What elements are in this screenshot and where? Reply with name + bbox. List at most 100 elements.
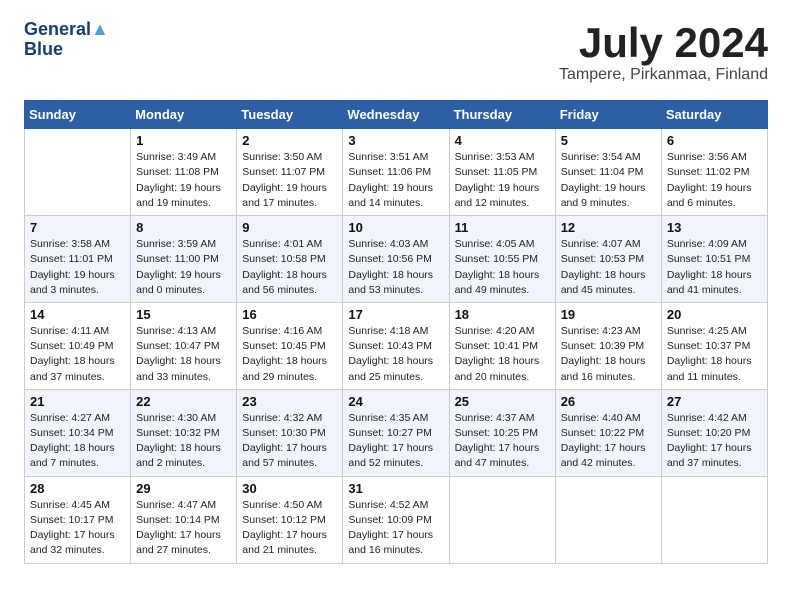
calendar-table: Sunday Monday Tuesday Wednesday Thursday… (24, 100, 768, 563)
calendar-cell: 21 Sunrise: 4:27 AMSunset: 10:34 PMDaylig… (25, 389, 131, 476)
day-number: 29 (136, 481, 231, 496)
calendar-cell: 13Sunrise: 4:09 AMSunset: 10:51 PMDaylig… (661, 216, 767, 303)
day-detail: Sunrise: 4:03 AMSunset: 10:56 PMDaylight… (348, 237, 443, 298)
day-detail: Sunrise: 4:23 AMSunset: 10:39 PMDaylight… (561, 324, 656, 385)
calendar-week-2: 7Sunrise: 3:58 AMSunset: 11:01 PMDayligh… (25, 216, 768, 303)
day-number: 30 (242, 481, 337, 496)
day-detail: Sunrise: 4:25 AMSunset: 10:37 PMDaylight… (667, 324, 762, 385)
day-detail: Sunrise: 4:07 AMSunset: 10:53 PMDaylight… (561, 237, 656, 298)
col-friday: Friday (555, 101, 661, 129)
calendar-cell: 2 Sunrise: 3:50 AMSunset: 11:07 PMDayligh… (237, 129, 343, 216)
calendar-cell: 9 Sunrise: 4:01 AMSunset: 10:58 PMDayligh… (237, 216, 343, 303)
day-number: 14 (30, 307, 125, 322)
calendar-week-1: 1Sunrise: 3:49 AMSunset: 11:08 PMDayligh… (25, 129, 768, 216)
day-detail: Sunrise: 3:50 AMSunset: 11:07 PMDaylight… (242, 150, 337, 211)
calendar-cell: 25 Sunrise: 4:37 AMSunset: 10:25 PMDaylig… (449, 389, 555, 476)
day-detail: Sunrise: 4:13 AMSunset: 10:47 PMDaylight… (136, 324, 231, 385)
day-number: 1 (136, 133, 231, 148)
calendar-cell: 14 Sunrise: 4:11 AMSunset: 10:49 PMDaylig… (25, 302, 131, 389)
calendar-cell: 5 Sunrise: 3:54 AMSunset: 11:04 PMDayligh… (555, 129, 661, 216)
col-tuesday: Tuesday (237, 101, 343, 129)
calendar-cell (25, 129, 131, 216)
day-number: 19 (561, 307, 656, 322)
calendar-cell: 27 Sunrise: 4:42 AMSunset: 10:20 PMDaylig… (661, 389, 767, 476)
logo-text: General▲Blue (24, 20, 109, 60)
calendar-cell: 11Sunrise: 4:05 AMSunset: 10:55 PMDaylig… (449, 216, 555, 303)
day-number: 4 (455, 133, 550, 148)
day-number: 31 (348, 481, 443, 496)
calendar-cell: 28 Sunrise: 4:45 AMSunset: 10:17 PMDaylig… (25, 476, 131, 563)
day-number: 27 (667, 394, 762, 409)
day-detail: Sunrise: 3:59 AMSunset: 11:00 PMDaylight… (136, 237, 231, 298)
calendar-cell: 22Sunrise: 4:30 AMSunset: 10:32 PMDaylig… (131, 389, 237, 476)
day-detail: Sunrise: 4:20 AMSunset: 10:41 PMDaylight… (455, 324, 550, 385)
day-number: 7 (30, 220, 125, 235)
day-detail: Sunrise: 4:18 AMSunset: 10:43 PMDaylight… (348, 324, 443, 385)
header-row: Sunday Monday Tuesday Wednesday Thursday… (25, 101, 768, 129)
calendar-cell: 30 Sunrise: 4:50 AMSunset: 10:12 PMDaylig… (237, 476, 343, 563)
day-detail: Sunrise: 4:30 AMSunset: 10:32 PMDaylight… (136, 411, 231, 472)
day-detail: Sunrise: 4:27 AMSunset: 10:34 PMDaylight… (30, 411, 125, 472)
calendar-cell: 20 Sunrise: 4:25 AMSunset: 10:37 PMDaylig… (661, 302, 767, 389)
day-number: 12 (561, 220, 656, 235)
page-header: General▲Blue July 2024 Tampere, Pirkanma… (24, 20, 768, 84)
day-number: 8 (136, 220, 231, 235)
day-number: 23 (242, 394, 337, 409)
day-detail: Sunrise: 3:53 AMSunset: 11:05 PMDaylight… (455, 150, 550, 211)
calendar-cell: 8 Sunrise: 3:59 AMSunset: 11:00 PMDayligh… (131, 216, 237, 303)
day-detail: Sunrise: 4:50 AMSunset: 10:12 PMDaylight… (242, 498, 337, 559)
calendar-cell: 16 Sunrise: 4:16 AMSunset: 10:45 PMDaylig… (237, 302, 343, 389)
day-number: 24 (348, 394, 443, 409)
col-monday: Monday (131, 101, 237, 129)
day-detail: Sunrise: 4:40 AMSunset: 10:22 PMDaylight… (561, 411, 656, 472)
day-number: 10 (348, 220, 443, 235)
col-wednesday: Wednesday (343, 101, 449, 129)
day-detail: Sunrise: 4:35 AMSunset: 10:27 PMDaylight… (348, 411, 443, 472)
day-number: 6 (667, 133, 762, 148)
day-number: 9 (242, 220, 337, 235)
calendar-cell: 29Sunrise: 4:47 AMSunset: 10:14 PMDaylig… (131, 476, 237, 563)
calendar-cell: 24 Sunrise: 4:35 AMSunset: 10:27 PMDaylig… (343, 389, 449, 476)
calendar-cell: 3 Sunrise: 3:51 AMSunset: 11:06 PMDayligh… (343, 129, 449, 216)
day-detail: Sunrise: 3:54 AMSunset: 11:04 PMDaylight… (561, 150, 656, 211)
calendar-cell: 1Sunrise: 3:49 AMSunset: 11:08 PMDayligh… (131, 129, 237, 216)
day-detail: Sunrise: 4:52 AMSunset: 10:09 PMDaylight… (348, 498, 443, 559)
calendar-cell: 31 Sunrise: 4:52 AMSunset: 10:09 PMDaylig… (343, 476, 449, 563)
day-number: 20 (667, 307, 762, 322)
day-detail: Sunrise: 4:05 AMSunset: 10:55 PMDaylight… (455, 237, 550, 298)
day-detail: Sunrise: 4:37 AMSunset: 10:25 PMDaylight… (455, 411, 550, 472)
calendar-week-4: 21 Sunrise: 4:27 AMSunset: 10:34 PMDaylig… (25, 389, 768, 476)
calendar-cell: 18 Sunrise: 4:20 AMSunset: 10:41 PMDaylig… (449, 302, 555, 389)
day-number: 17 (348, 307, 443, 322)
location-subtitle: Tampere, Pirkanmaa, Finland (559, 66, 768, 84)
day-detail: Sunrise: 4:16 AMSunset: 10:45 PMDaylight… (242, 324, 337, 385)
calendar-cell: 12 Sunrise: 4:07 AMSunset: 10:53 PMDaylig… (555, 216, 661, 303)
day-number: 15 (136, 307, 231, 322)
calendar-cell (555, 476, 661, 563)
day-number: 3 (348, 133, 443, 148)
day-number: 2 (242, 133, 337, 148)
day-number: 25 (455, 394, 550, 409)
day-number: 16 (242, 307, 337, 322)
day-number: 18 (455, 307, 550, 322)
day-number: 5 (561, 133, 656, 148)
calendar-week-3: 14 Sunrise: 4:11 AMSunset: 10:49 PMDaylig… (25, 302, 768, 389)
calendar-header: Sunday Monday Tuesday Wednesday Thursday… (25, 101, 768, 129)
day-detail: Sunrise: 4:01 AMSunset: 10:58 PMDaylight… (242, 237, 337, 298)
calendar-body: 1Sunrise: 3:49 AMSunset: 11:08 PMDayligh… (25, 129, 768, 563)
day-detail: Sunrise: 3:51 AMSunset: 11:06 PMDaylight… (348, 150, 443, 211)
col-sunday: Sunday (25, 101, 131, 129)
day-number: 28 (30, 481, 125, 496)
day-detail: Sunrise: 4:42 AMSunset: 10:20 PMDaylight… (667, 411, 762, 472)
col-saturday: Saturday (661, 101, 767, 129)
day-number: 21 (30, 394, 125, 409)
calendar-cell: 15 Sunrise: 4:13 AMSunset: 10:47 PMDaylig… (131, 302, 237, 389)
calendar-cell: 23Sunrise: 4:32 AMSunset: 10:30 PMDaylig… (237, 389, 343, 476)
day-detail: Sunrise: 4:45 AMSunset: 10:17 PMDaylight… (30, 498, 125, 559)
calendar-cell: 19 Sunrise: 4:23 AMSunset: 10:39 PMDaylig… (555, 302, 661, 389)
calendar-cell: 7Sunrise: 3:58 AMSunset: 11:01 PMDayligh… (25, 216, 131, 303)
logo: General▲Blue (24, 20, 109, 60)
day-detail: Sunrise: 4:11 AMSunset: 10:49 PMDaylight… (30, 324, 125, 385)
calendar-cell: 26Sunrise: 4:40 AMSunset: 10:22 PMDaylig… (555, 389, 661, 476)
calendar-cell (449, 476, 555, 563)
